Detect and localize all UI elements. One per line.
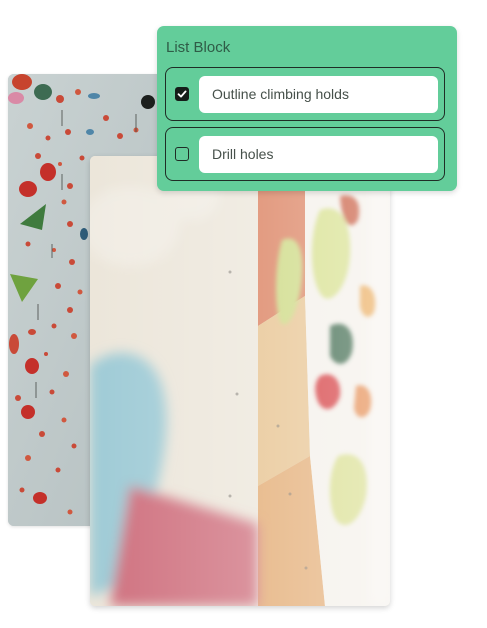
- list-block: List Block Outline climbing holds Drill …: [157, 26, 457, 191]
- checkbox-unchecked[interactable]: [175, 147, 189, 161]
- list-item: Outline climbing holds: [165, 67, 445, 121]
- list-item-text-field[interactable]: Outline climbing holds: [199, 76, 438, 113]
- wall-closeup-photo: [90, 156, 390, 606]
- checkmark-icon: [177, 90, 187, 98]
- checkbox-checked[interactable]: [175, 87, 189, 101]
- list-block-title: List Block: [166, 39, 231, 56]
- list-item-text-field[interactable]: Drill holes: [199, 136, 438, 173]
- list-item: Drill holes: [165, 127, 445, 181]
